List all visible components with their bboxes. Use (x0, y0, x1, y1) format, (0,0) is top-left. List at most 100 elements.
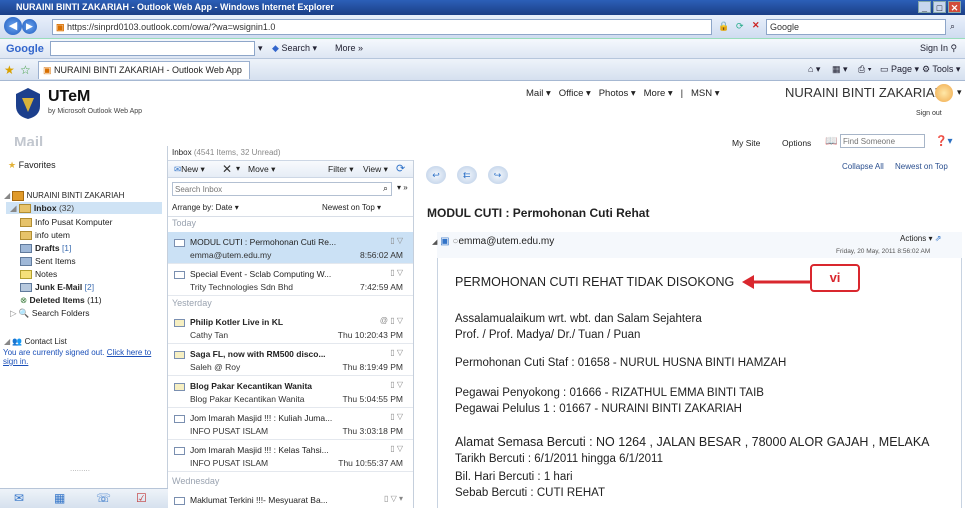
flag-icon[interactable]: ▯ ▽ (390, 412, 403, 421)
message-row-selected[interactable]: MODUL CUTI : Permohonan Cuti Re... emma@… (168, 232, 413, 264)
folder-junk-email[interactable]: Junk E-Mail [2] (20, 282, 94, 293)
actions-menu[interactable]: Actions ▾ ⇗ (900, 234, 941, 243)
flag-icon[interactable]: ▯ ▽ (390, 348, 403, 357)
message-row[interactable]: Jom Imarah Masjid !!! : Kelas Tahsi... I… (168, 440, 413, 472)
new-button[interactable]: ✉New ▾ (174, 164, 205, 175)
flag-icon[interactable]: ▯ ▽ ▾ (384, 494, 403, 503)
lock-icon[interactable]: 🔒 (718, 21, 729, 32)
delete-dropdown[interactable]: ▾ (236, 164, 240, 173)
refresh-icon[interactable]: ⟳ (736, 21, 744, 32)
address-book-icon[interactable]: 📖 (825, 136, 837, 147)
view-button[interactable]: View ▾ (363, 164, 388, 175)
my-site-link[interactable]: My Site (732, 138, 760, 148)
nav-mail[interactable]: Mail (526, 88, 543, 99)
user-name[interactable]: NURAINI BINTI ZAKARIAH (785, 85, 944, 100)
google-search-button[interactable]: ◆ Search ▾ (272, 43, 317, 54)
search-options-icon[interactable]: ▾ » (397, 183, 408, 192)
sign-out-link[interactable]: Sign out (916, 110, 942, 117)
forward-icon[interactable]: ↪ (487, 166, 508, 184)
nav-msn[interactable]: MSN (691, 88, 712, 99)
favorites-star-icon[interactable]: ★ (4, 63, 15, 77)
search-inbox-input[interactable] (172, 182, 392, 196)
reply-icon[interactable]: ↩ (426, 166, 446, 184)
collapse-message-icon[interactable]: ◢ (432, 239, 437, 246)
find-someone-input[interactable] (840, 134, 925, 148)
flag-icon[interactable]: @ ▯ ▽ (380, 316, 403, 325)
collapse-all-link[interactable]: Collapse All (842, 162, 884, 171)
google-search-input[interactable] (50, 41, 255, 56)
message-row[interactable]: Special Event - Sclab Computing W... Tri… (168, 264, 413, 296)
add-favorite-icon[interactable]: ☆ (20, 63, 31, 77)
delete-icon[interactable]: ✕ (222, 162, 232, 176)
refresh-icon[interactable]: ⟳ (396, 162, 405, 175)
arrange-by-dropdown[interactable]: Arrange by: Date ▾ (172, 203, 239, 212)
message-from: Trity Technologies Sdn Bhd (190, 282, 294, 292)
options-link[interactable]: Options (782, 138, 811, 148)
sender-address[interactable]: emma@utem.edu.my (458, 236, 554, 247)
home-icon[interactable]: ⌂ ▾ (808, 64, 820, 75)
flag-icon[interactable]: ▯ ▽ (390, 380, 403, 389)
message-row-unread[interactable]: Philip Kotler Live in KL Cathy Tan Thu 1… (168, 312, 413, 344)
approver-line: Pegawai Pelulus 1 : 01667 - NURAINI BINT… (455, 403, 742, 415)
folder-notes[interactable]: Notes (20, 269, 57, 280)
calendar-module-icon[interactable]: ▦ (54, 491, 65, 505)
user-avatar[interactable] (935, 84, 953, 102)
message-body-frame (437, 232, 962, 508)
mailbox-root[interactable]: ◢ NURAINI BINTI ZAKARIAH (4, 191, 124, 201)
search-icon[interactable]: ⌕ (383, 183, 388, 194)
minimize-button[interactable]: _ (918, 1, 931, 13)
sign-in-link[interactable]: Sign In ⚲ (920, 43, 957, 54)
filter-button[interactable]: Filter ▾ (328, 164, 354, 175)
message-row-unread[interactable]: Saga FL, now with RM500 disco... Saleh @… (168, 344, 413, 376)
message-row[interactable]: Maklumat Terkini !!!- Mesyuarat Ba... ▯ … (168, 490, 413, 508)
search-box[interactable]: Google (766, 19, 946, 35)
tasks-module-icon[interactable]: ☑ (136, 491, 147, 505)
close-button[interactable]: ✕ (948, 1, 961, 13)
folder-info-utem[interactable]: info utem (20, 230, 70, 241)
sort-order-dropdown[interactable]: Newest on Top ▾ (322, 203, 381, 212)
folder-inbox[interactable]: ◢ Inbox (32) (10, 203, 74, 214)
google-more-button[interactable]: More » (335, 43, 363, 53)
forward-button[interactable]: ▶ (22, 19, 37, 34)
message-row-unread[interactable]: Blog Pakar Kecantikan Wanita Blog Pakar … (168, 376, 413, 408)
page-menu[interactable]: ▭ Page ▾ (880, 64, 919, 75)
google-dropdown[interactable]: ▾ (258, 43, 263, 54)
stop-icon[interactable]: ✕ (752, 20, 760, 31)
tools-menu[interactable]: ⚙ Tools ▾ (922, 64, 960, 75)
nav-office[interactable]: Office (559, 88, 584, 99)
flag-icon[interactable]: ▯ ▽ (390, 444, 403, 453)
maximize-button[interactable]: □ (933, 1, 946, 13)
supporter-line: Pegawai Penyokong : 01666 - RIZATHUL EMM… (455, 387, 764, 399)
contact-list-link[interactable]: ◢ 👥 Contact List (4, 337, 67, 346)
folder-search-folders[interactable]: ▷ 🔍 Search Folders (10, 308, 90, 319)
print-icon[interactable]: ⎙ ▾ (858, 64, 871, 75)
folder-drafts[interactable]: Drafts [1] (20, 243, 71, 254)
message-row[interactable]: Jom Imarah Masjid !!! : Kuliah Juma... I… (168, 408, 413, 440)
back-button[interactable]: ◀ (4, 17, 22, 35)
newest-on-top-link[interactable]: Newest on Top (895, 162, 948, 171)
folder-sent-items[interactable]: Sent Items (20, 256, 76, 267)
folder-deleted-items[interactable]: ⊗ Deleted Items (11) (20, 295, 102, 306)
message-envelope-icon (174, 349, 185, 359)
reply-all-icon[interactable]: ⇇ (456, 166, 477, 184)
help-icon[interactable]: ❓▾ (935, 136, 952, 147)
mail-module-icon[interactable]: ✉ (14, 491, 24, 505)
search-icon[interactable]: ⌕ (950, 21, 955, 32)
browser-tab[interactable]: ▣ NURAINI BINTI ZAKARIAH - Outlook Web A… (38, 61, 250, 79)
nav-more[interactable]: More (644, 88, 666, 99)
contacts-module-icon[interactable]: ☏ (96, 491, 111, 505)
pane-resize-grip[interactable]: ......... (70, 464, 90, 473)
url-input[interactable]: ▣ https://sinprd0103.outlook.com/owa/?wa… (52, 19, 712, 35)
folder-info-pusat-komputer[interactable]: Info Pusat Komputer (20, 217, 113, 228)
feeds-icon[interactable]: ▦ ▾ (832, 64, 848, 75)
list-header: Inbox (4541 Items, 32 Unread) (172, 148, 281, 157)
page-icon: ▣ (56, 22, 68, 32)
message-envelope-icon (174, 317, 185, 327)
move-button[interactable]: Move ▾ (248, 164, 275, 175)
flag-icon[interactable]: ▯ ▽ (390, 268, 403, 277)
message-time: 8:56:02 AM (359, 250, 403, 260)
favorites-link[interactable]: ★ Favorites (8, 160, 56, 171)
user-menu-chevron-icon[interactable]: ▾ (957, 87, 962, 98)
flag-icon[interactable]: ▯ ▽ (390, 236, 403, 245)
nav-photos[interactable]: Photos (599, 88, 629, 99)
